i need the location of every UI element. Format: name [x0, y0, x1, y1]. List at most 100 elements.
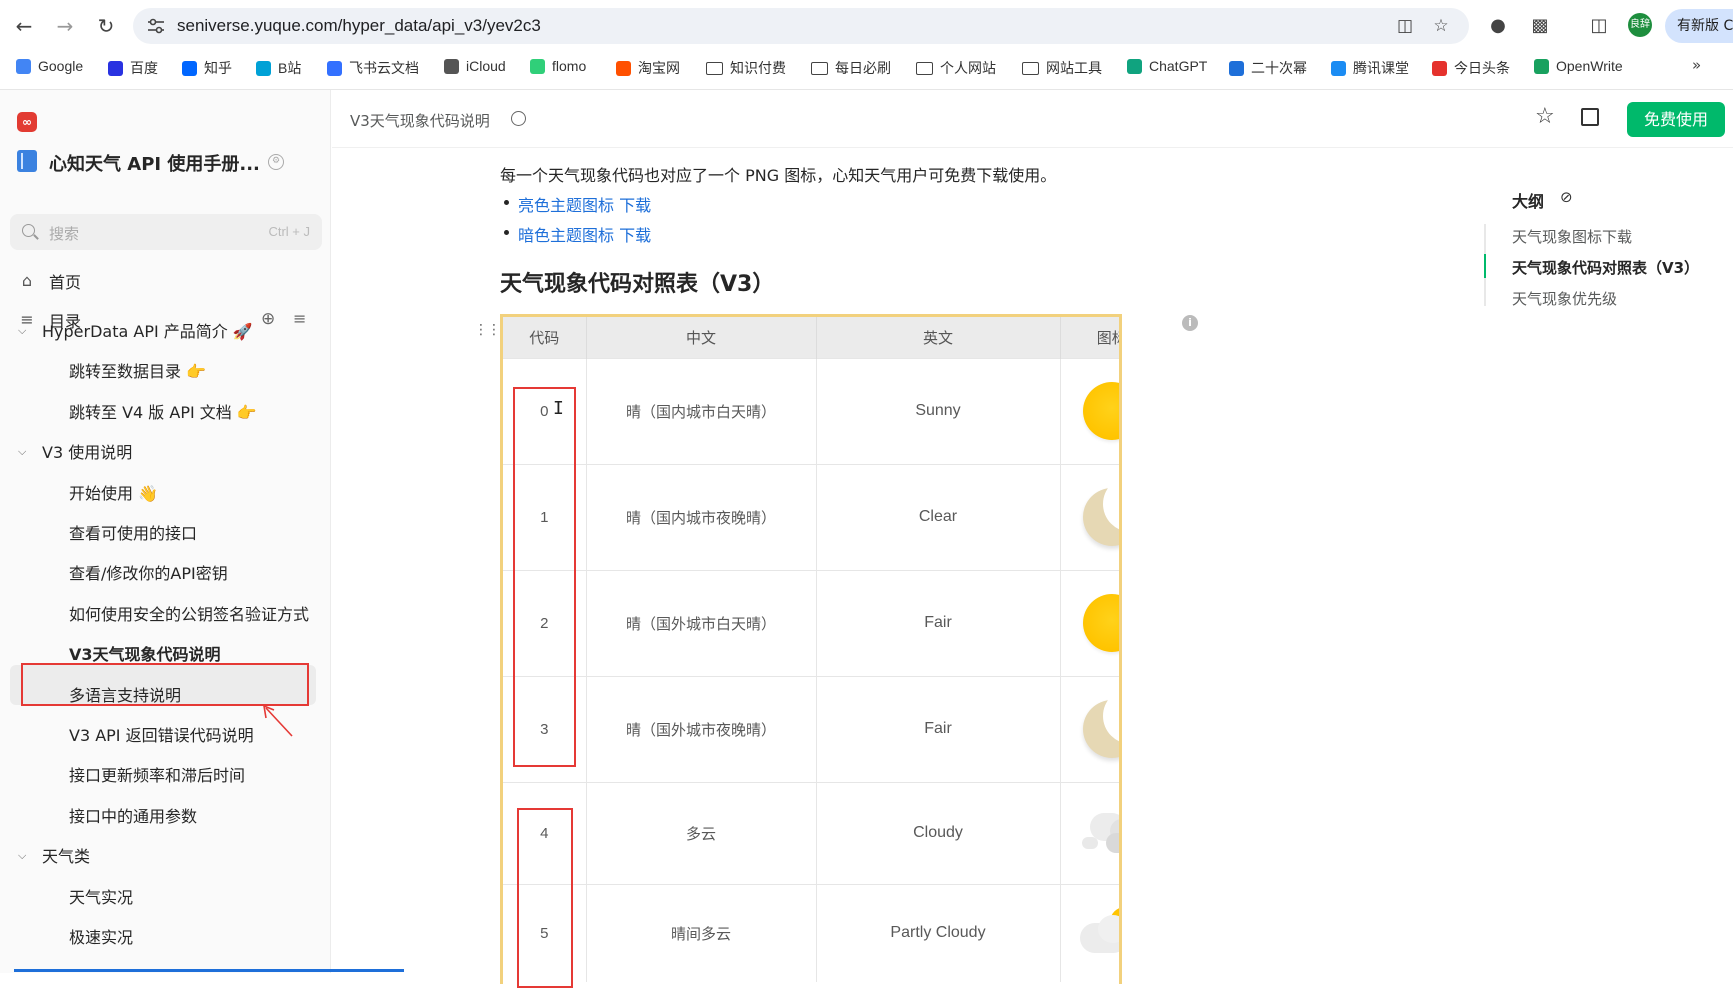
bookmark-label: 百度 — [130, 60, 158, 76]
yuque-logo-icon[interactable]: ∞ — [17, 112, 37, 132]
bookmark-6[interactable]: flomo — [530, 58, 586, 74]
table-cell[interactable]: Fair — [816, 569, 1061, 676]
dark-icons-download-link[interactable]: 暗色主题图标 下载 — [504, 222, 651, 246]
chevron-down-icon[interactable]: ⌵ — [18, 445, 26, 459]
bookmark-star-icon[interactable]: ☆ — [1431, 16, 1451, 36]
table-cell[interactable] — [1060, 675, 1119, 782]
side-panel-icon[interactable]: ◫ — [1585, 12, 1613, 40]
toutiao-icon — [1432, 60, 1447, 76]
toc-item[interactable]: 查看/修改你的API密钥 — [69, 560, 228, 584]
bookmark-5[interactable]: iCloud — [444, 58, 506, 74]
bookmark-7[interactable]: 淘宝网 — [616, 58, 680, 78]
site-settings-icon[interactable] — [147, 18, 165, 34]
table-cell[interactable]: Partly Cloudy — [816, 883, 1061, 982]
bookmark-16[interactable]: OpenWrite — [1534, 58, 1623, 74]
update-chrome-button[interactable]: 有新版 C — [1665, 9, 1733, 43]
doc-status-icon[interactable] — [511, 111, 526, 126]
bookmark-9[interactable]: 每日必刷 — [811, 58, 891, 78]
bookmark-2[interactable]: 知乎 — [182, 58, 232, 78]
table-cell[interactable] — [1060, 569, 1119, 676]
toc-item[interactable]: 开始使用 👋 — [69, 480, 158, 504]
toc-item[interactable]: 接口更新频率和滞后时间 — [69, 762, 245, 786]
collapse-list-icon[interactable]: ≡ — [293, 309, 306, 328]
toc-item[interactable]: 如何使用安全的公钥签名验证方式 — [69, 601, 309, 625]
present-icon[interactable] — [1581, 108, 1599, 126]
install-app-icon[interactable]: ◫ — [1395, 16, 1415, 36]
table-cell[interactable]: 晴间多云 — [586, 883, 817, 982]
table-cell[interactable]: Fair — [816, 675, 1061, 782]
table-cell[interactable]: 晴（国内城市夜晚晴） — [586, 463, 817, 570]
bookmark-3[interactable]: B站 — [256, 58, 301, 78]
table-cell[interactable]: 晴（国外城市夜晚晴） — [586, 675, 817, 782]
toc-item[interactable]: 查看可使用的接口 — [69, 520, 197, 544]
bookmark-11[interactable]: 网站工具 — [1022, 58, 1102, 78]
back-arrow-icon[interactable]: ← — [8, 10, 40, 42]
link-text[interactable]: 亮色主题图标 下载 — [518, 196, 651, 215]
table-cell[interactable] — [1060, 463, 1119, 570]
table-cell[interactable]: 多云 — [586, 781, 817, 884]
table-cell[interactable] — [1060, 357, 1119, 464]
star-icon[interactable]: ☆ — [1535, 104, 1555, 129]
more-bookmarks-chevron-icon[interactable]: » — [1692, 56, 1701, 74]
evernote-extension-icon[interactable]: ● — [1484, 12, 1512, 40]
table-cell[interactable]: Sunny — [816, 357, 1061, 464]
bookmark-12[interactable]: ChatGPT — [1127, 58, 1207, 74]
outline-item[interactable]: 天气现象优先级 — [1512, 288, 1617, 309]
table-cell[interactable]: Clear — [816, 463, 1061, 570]
book-title[interactable]: 心知天气 API 使用手册... — [49, 150, 260, 176]
chevron-down-icon[interactable]: ⌵ — [18, 849, 26, 863]
reload-icon[interactable]: ↻ — [90, 10, 122, 42]
outline-item[interactable]: 天气现象代码对照表（V3） — [1512, 257, 1699, 278]
table-cell[interactable]: Cloudy — [816, 781, 1061, 884]
sidebar: ∞ 心知天气 API 使用手册... ⚙ 搜索 Ctrl + J ⌂ 首页 ≡ … — [0, 90, 404, 973]
toc-item[interactable]: V3 API 返回错误代码说明 — [69, 722, 254, 746]
toc-item[interactable]: 跳转至数据目录 👉 — [69, 358, 206, 382]
bookmark-4[interactable]: 飞书云文档 — [327, 58, 419, 78]
toc-item[interactable]: V3天气现象代码说明 — [69, 641, 221, 665]
info-icon[interactable]: i — [1182, 315, 1198, 331]
toc-item[interactable]: 跳转至 V4 版 API 文档 👉 — [69, 399, 257, 423]
feishu-icon — [327, 60, 342, 76]
column-header[interactable]: 图标 — [1060, 317, 1119, 358]
bookmark-8[interactable]: 知识付费 — [706, 58, 786, 78]
drag-handle-icon[interactable]: ⋮⋮ — [474, 322, 501, 338]
toc-group[interactable]: V3 使用说明 — [42, 439, 132, 463]
light-icons-download-link[interactable]: 亮色主题图标 下载 — [504, 192, 651, 216]
bookmark-label: 个人网站 — [940, 60, 996, 76]
column-header[interactable]: 英文 — [816, 317, 1061, 358]
forward-arrow-icon[interactable]: → — [49, 10, 81, 42]
column-header[interactable]: 中文 — [586, 317, 817, 358]
openwrite-icon — [1534, 58, 1549, 74]
bookmark-1[interactable]: 百度 — [108, 58, 158, 78]
table-cell[interactable]: 晴（国内城市白天晴） — [586, 357, 817, 464]
url-text[interactable]: seniverse.yuque.com/hyper_data/api_v3/ye… — [177, 16, 541, 36]
bookmark-0[interactable]: Google — [16, 58, 83, 74]
locate-icon[interactable]: ⊕ — [261, 309, 275, 329]
chevron-down-icon[interactable]: ⌵ — [18, 324, 26, 338]
toc-group[interactable]: 天气类 — [42, 843, 90, 867]
hide-outline-icon[interactable]: ⊘ — [1560, 188, 1573, 206]
search-input[interactable]: 搜索 Ctrl + J — [10, 214, 322, 250]
profile-avatar[interactable]: 良辞 — [1628, 13, 1652, 37]
column-header[interactable]: 代码 — [503, 317, 587, 358]
nav-home[interactable]: ⌂ 首页 — [18, 269, 81, 293]
doc-breadcrumb[interactable]: V3天气现象代码说明 — [350, 110, 490, 131]
link-text[interactable]: 暗色主题图标 下载 — [518, 226, 651, 245]
free-use-button[interactable]: 免费使用 — [1627, 102, 1725, 137]
bookmark-10[interactable]: 个人网站 — [916, 58, 996, 78]
toc-item[interactable]: 接口中的通用参数 — [69, 803, 197, 827]
toc-group[interactable]: HyperData API 产品简介 🚀 — [42, 318, 253, 342]
bookmark-14[interactable]: 腾讯课堂 — [1331, 58, 1409, 78]
outline-item[interactable]: 天气现象图标下载 — [1512, 226, 1632, 247]
bookmark-13[interactable]: 二十次幂 — [1229, 58, 1307, 78]
extensions-puzzle-icon[interactable]: ▩ — [1526, 12, 1554, 40]
table-cell[interactable] — [1060, 883, 1119, 982]
table-cell[interactable] — [1060, 781, 1119, 884]
doc-content: 每一个天气现象代码也对应了一个 PNG 图标，心知天气用户可免费下载使用。 亮色… — [332, 148, 1402, 988]
book-settings-icon[interactable]: ⚙ — [268, 154, 284, 170]
table-cell[interactable]: 晴（国外城市白天晴） — [586, 569, 817, 676]
toc-item[interactable]: 极速实况 — [69, 924, 133, 948]
toc-item[interactable]: 天气实况 — [69, 884, 133, 908]
bookmark-15[interactable]: 今日头条 — [1432, 58, 1510, 78]
address-bar[interactable]: seniverse.yuque.com/hyper_data/api_v3/ye… — [133, 8, 1469, 44]
